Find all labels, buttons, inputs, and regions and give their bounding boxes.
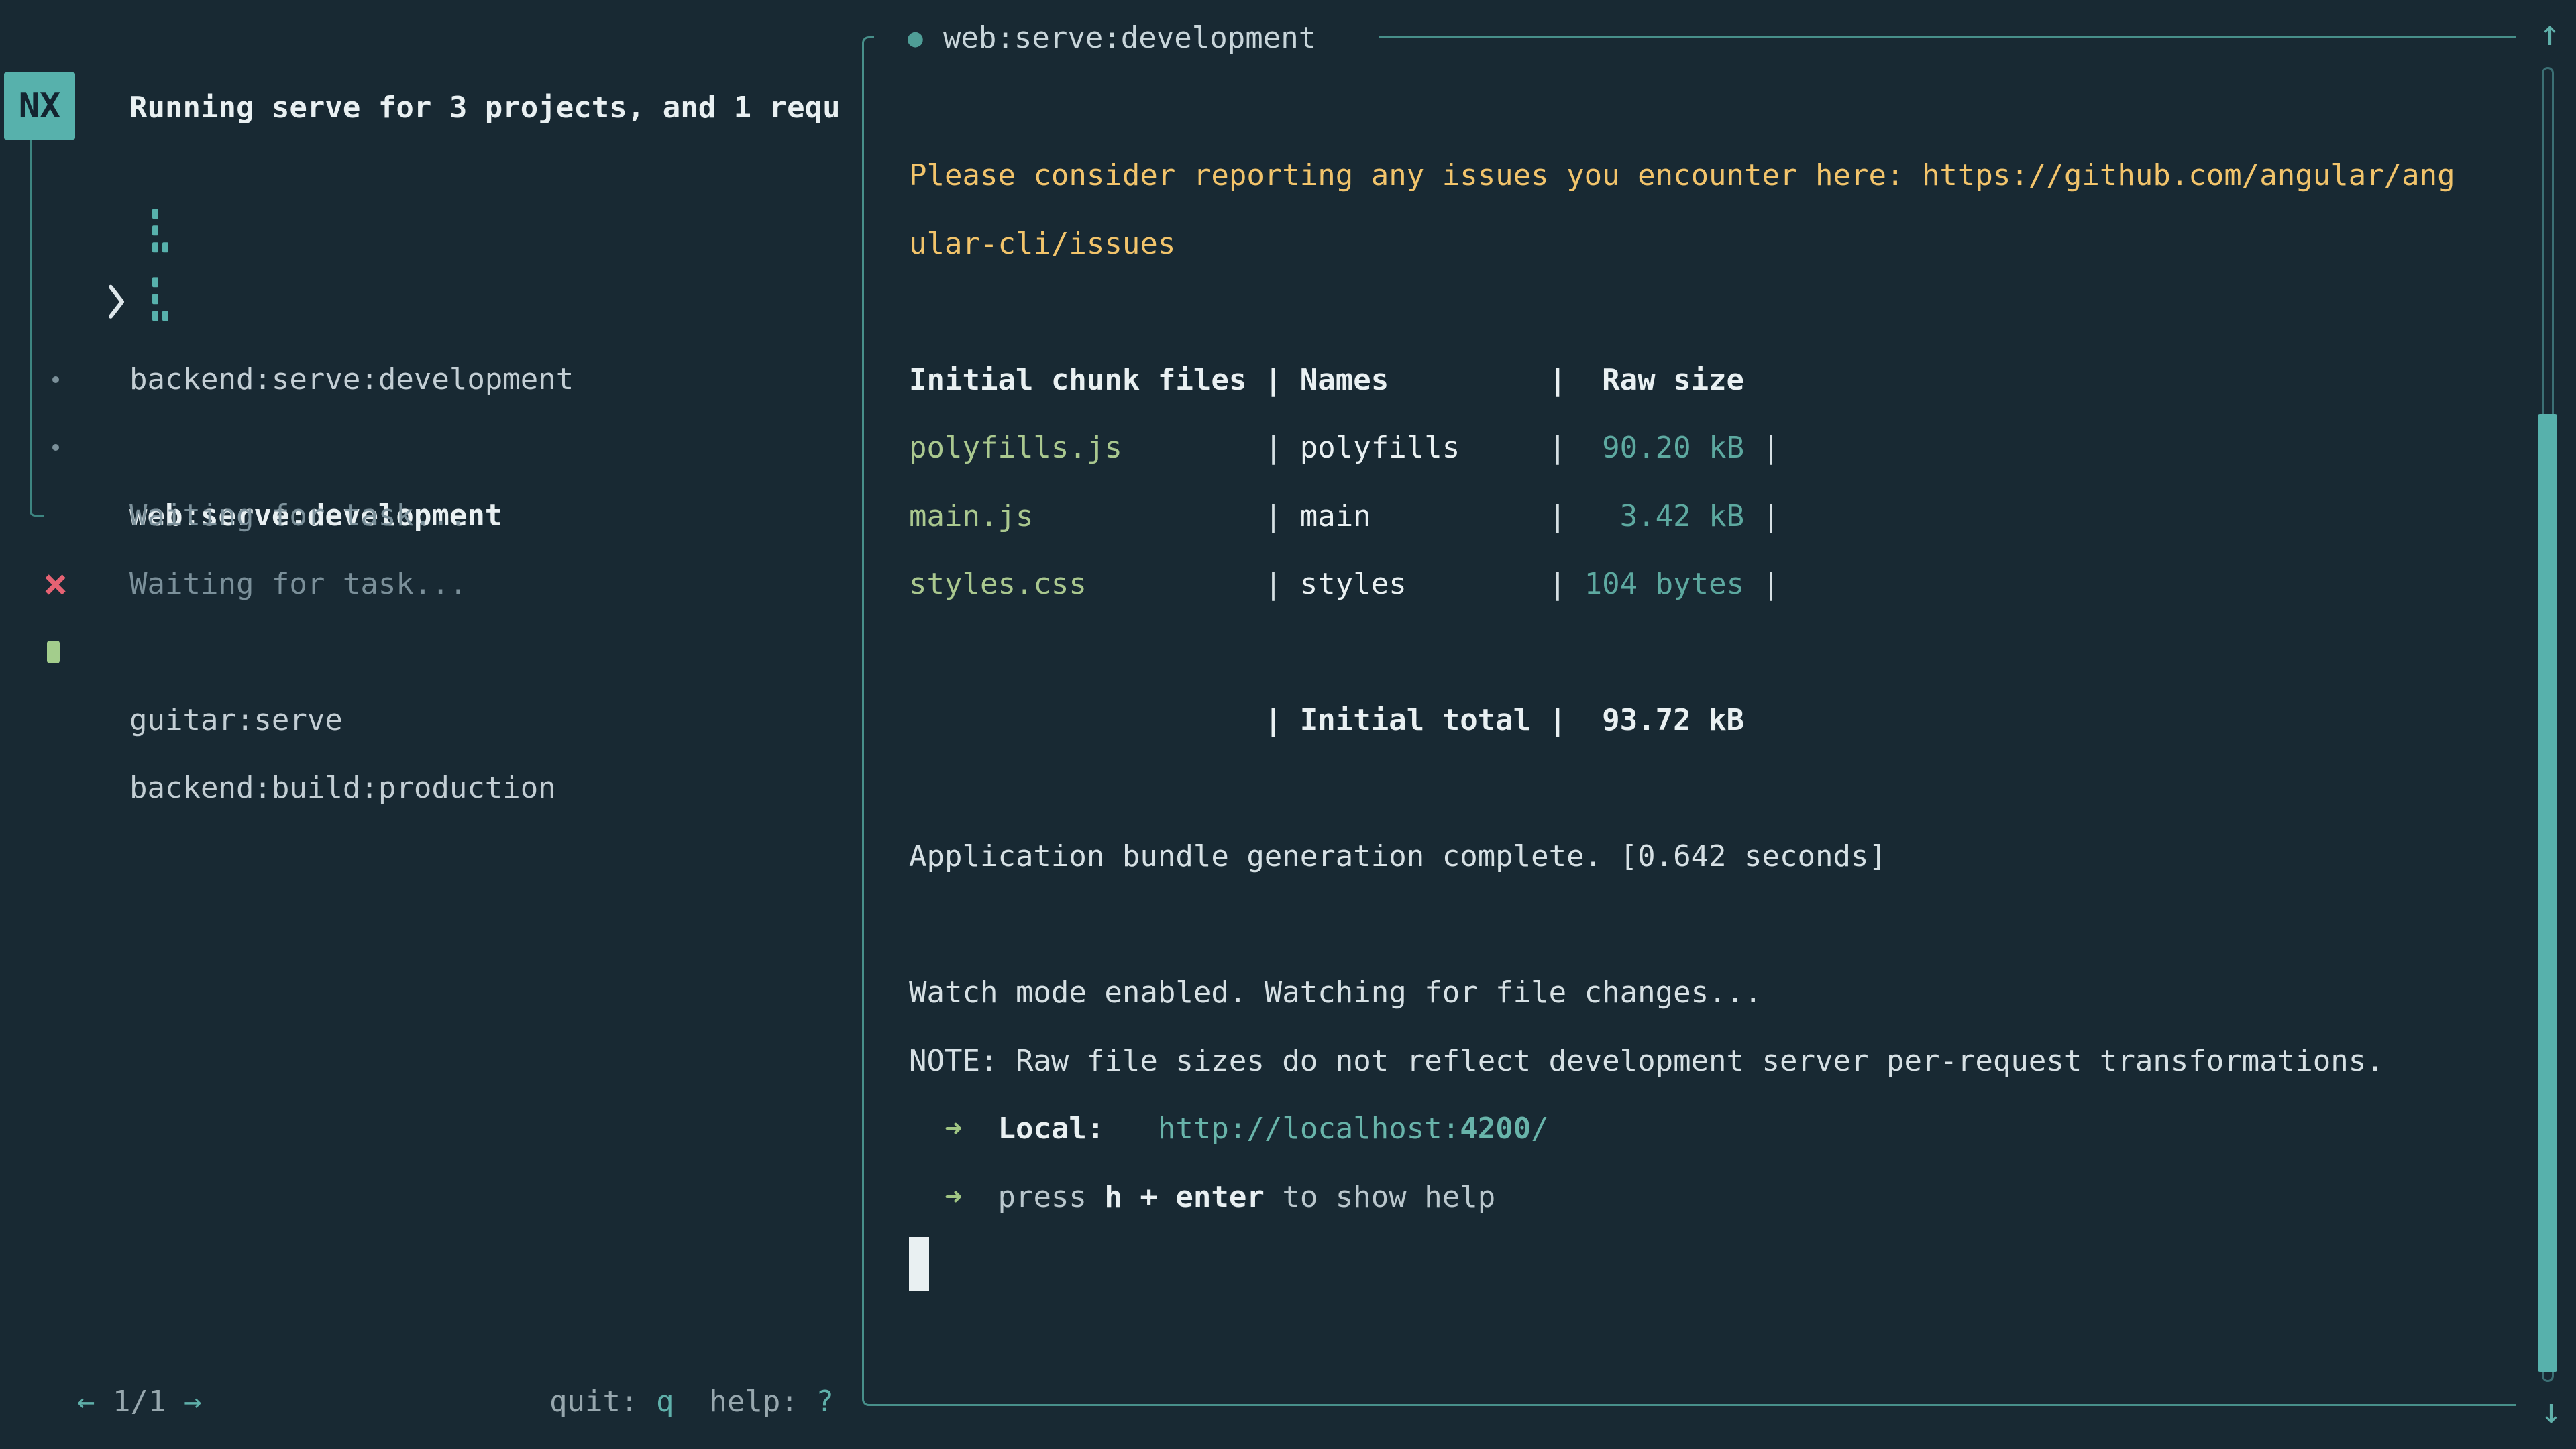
task-label: guitar:serve [129, 686, 343, 755]
arrow-icon: ➜ [945, 1180, 963, 1214]
indent [909, 1112, 945, 1146]
help-keys: h + enter [1104, 1180, 1264, 1214]
page-title: Running serve for 3 projects, and 1 requ [129, 74, 859, 142]
table-separator: | [1744, 499, 1780, 533]
help-hint-line: ➜ press h + enter to show help [909, 1163, 2492, 1232]
task-label: backend:build:production [129, 754, 556, 822]
indent [909, 1180, 945, 1214]
local-url-line: ➜ Local: http://localhost:4200/ [909, 1095, 2492, 1163]
waiting-dot-icon [52, 376, 59, 383]
chunk-size: 90.20 kB [1585, 431, 1744, 465]
pager: ← 1/1 → [42, 1299, 201, 1368]
running-dot-icon: ● [908, 4, 923, 72]
local-label: Local: [998, 1112, 1104, 1146]
chunk-file: polyfills.js [909, 431, 1122, 465]
table-separator: | [1744, 431, 1780, 465]
localhost-slash[interactable]: / [1531, 1112, 1549, 1146]
chunk-table-row: styles.css | styles | 104 bytes | [909, 550, 2492, 619]
shortcut-gap [674, 1385, 709, 1419]
scrollbar-thumb[interactable] [2538, 414, 2557, 1372]
chunk-name: styles [1300, 567, 1407, 601]
gap [962, 1112, 998, 1146]
task-list-spacer [0, 482, 861, 550]
task-row-guitar-serve[interactable]: × guitar:serve [0, 550, 861, 619]
keyboard-shortcuts: quit: q help: ? [514, 1299, 834, 1368]
gap [1104, 1112, 1157, 1146]
panel-title: ● web:serve:development [908, 4, 1336, 72]
initial-total-row: | Initial total | 93.72 kB [909, 686, 2492, 755]
watch-mode-line: Watch mode enabled. Watching for file ch… [909, 959, 2492, 1027]
issue-report-line-2: ular-cli/issues [909, 210, 2492, 278]
table-separator: | [1407, 567, 1585, 601]
note-line: NOTE: Raw file sizes do not reflect deve… [909, 1027, 2492, 1095]
terminal-cursor [909, 1237, 929, 1291]
table-separator: | [1460, 431, 1584, 465]
arrow-icon: ➜ [945, 1112, 963, 1146]
task-row-waiting-2[interactable]: Waiting for task... [0, 414, 861, 482]
blank-line [909, 755, 2492, 823]
help-text: to show help [1265, 1180, 1495, 1214]
chunk-file: styles.css [909, 567, 1087, 601]
chunk-file: main.js [909, 499, 1033, 533]
task-row-waiting-1[interactable]: Waiting for task... [0, 345, 861, 414]
scrollbar-up-arrow-icon[interactable]: ↑ [2526, 5, 2573, 62]
blank-line [909, 891, 2492, 959]
task-list: backend:serve:development web:serve:deve… [0, 209, 861, 686]
chunk-table-row: polyfills.js | polyfills | 90.20 kB | [909, 414, 2492, 482]
chunk-size: 3.42 kB [1585, 499, 1744, 533]
table-separator: | [1371, 499, 1585, 533]
localhost-port[interactable]: 4200 [1460, 1112, 1531, 1146]
cursor-line [909, 1231, 2492, 1299]
blank-line [909, 619, 2492, 687]
chunk-size: 104 bytes [1585, 567, 1744, 601]
chunk-name: polyfills [1300, 431, 1460, 465]
panel-title-label: web:serve:development [943, 4, 1316, 72]
nx-logo: NX [4, 72, 75, 140]
quit-key: q [656, 1385, 674, 1419]
issue-report-line-1: Please consider reporting any issues you… [909, 142, 2492, 210]
pager-page-indicator: 1/1 [95, 1385, 183, 1419]
chunk-table-header: Initial chunk files | Names | Raw size [909, 346, 2492, 415]
table-separator: | [1033, 499, 1299, 533]
failed-cross-icon: × [43, 563, 68, 604]
success-square-icon [47, 641, 60, 663]
task-row-backend-build[interactable]: backend:build:production [0, 618, 861, 686]
table-separator: | [1122, 431, 1300, 465]
help-key: ? [816, 1385, 834, 1419]
table-separator: | [1087, 567, 1300, 601]
table-separator: | [1744, 567, 1780, 601]
quit-label: quit: [549, 1385, 656, 1419]
chunk-table-row: main.js | main | 3.42 kB | [909, 482, 2492, 551]
help-label: help: [709, 1385, 816, 1419]
scrollbar-down-arrow-icon[interactable]: ↓ [2528, 1383, 2575, 1440]
chunk-name: main [1300, 499, 1371, 533]
bundle-complete-line: Application bundle generation complete. … [909, 822, 2492, 891]
pager-prev-arrow-icon[interactable]: ← [77, 1385, 95, 1419]
pager-next-arrow-icon[interactable]: → [184, 1385, 202, 1419]
task-row-web-serve-selected[interactable]: web:serve:development [0, 278, 861, 346]
gap [962, 1180, 998, 1214]
localhost-link[interactable]: http://localhost: [1158, 1112, 1460, 1146]
press-text: press [998, 1180, 1104, 1214]
waiting-dot-icon [52, 444, 59, 451]
terminal-output: Please consider reporting any issues you… [909, 142, 2492, 1299]
blank-line [909, 278, 2492, 346]
